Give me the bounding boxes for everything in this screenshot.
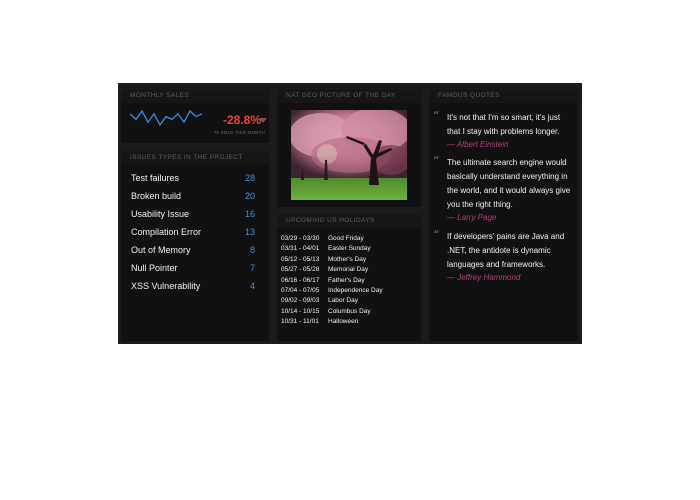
holidays-title: UPCOMING US HOLIDAYS: [277, 214, 421, 228]
sales-caption: 75 SOLD THIS MONTH: [213, 130, 265, 135]
issue-row: Test failures 28: [131, 171, 259, 185]
monthly-sales-widget: MONTHLY SALES -28.8% 75 SOLD THIS MONTH: [121, 89, 269, 143]
holidays-widget: UPCOMING US HOLIDAYS 03/29 - 03/30 Good …: [277, 214, 421, 341]
quotes-widget: FAMOUS QUOTES “ It's not that I'm so sma…: [429, 89, 578, 341]
quote-mark-icon: “: [433, 228, 440, 242]
issue-label: Test failures: [131, 173, 180, 183]
issue-row: Broken build 20: [131, 189, 259, 203]
holiday-row: 03/29 - 03/30 Good Friday: [281, 234, 417, 244]
holiday-row: 09/02 - 09/03 Labor Day: [281, 296, 417, 306]
issue-label: Broken build: [131, 191, 182, 201]
holiday-name: Halloween: [328, 318, 359, 326]
holiday-name: Independence Day: [328, 287, 383, 294]
holiday-date: 06/16 - 06/17: [281, 276, 320, 284]
picture-of-the-day-image[interactable]: [291, 110, 407, 200]
holiday-row: 07/04 - 07/05 Independence Day: [281, 286, 417, 296]
issue-label: Null Pointer: [131, 263, 178, 273]
caret-down-icon: [259, 118, 267, 123]
quotes-title: FAMOUS QUOTES: [429, 89, 578, 103]
issue-row: Null Pointer 7: [131, 261, 259, 275]
monthly-sales-title: MONTHLY SALES: [121, 89, 269, 103]
holiday-date: 09/02 - 09/03: [281, 297, 320, 305]
holiday-row: 03/31 - 04/01 Easter Sunday: [281, 244, 417, 254]
picture-title: NAT GEO PICTURE OF THE DAY: [277, 89, 421, 103]
issue-count: 20: [244, 191, 255, 201]
holiday-date: 10/31 - 11/01: [281, 318, 319, 326]
holiday-row: 10/31 - 11/01 Halloween: [281, 317, 417, 327]
holiday-date: 07/04 - 07/05: [281, 287, 320, 294]
holiday-date: 05/12 - 05/13: [281, 255, 320, 263]
holiday-date: 03/29 - 03/30: [281, 235, 320, 242]
issue-label: Usability Issue: [131, 209, 190, 219]
holiday-name: Good Friday: [328, 235, 364, 242]
holiday-date: 05/27 - 05/28: [281, 266, 320, 274]
issue-count: 8: [249, 245, 255, 255]
holiday-name: Easter Sunday: [328, 245, 371, 253]
holiday-date: 10/14 - 10/15: [281, 307, 320, 315]
holiday-row: 05/12 - 05/13 Mother's Day: [281, 255, 417, 265]
issue-count: 16: [244, 209, 255, 219]
issue-label: XSS Vulnerability: [131, 281, 201, 291]
holiday-name: Columbus Day: [328, 307, 371, 315]
sales-change-value: -28.8%: [222, 113, 261, 127]
issue-label: Out of Memory: [131, 245, 191, 255]
issue-count: 4: [249, 281, 255, 291]
issue-label: Compilation Error: [131, 227, 202, 237]
quote-mark-icon: “: [433, 109, 440, 123]
issue-row: Usability Issue 16: [131, 207, 259, 221]
holiday-name: Father's Day: [328, 276, 365, 284]
quote-mark-icon: “: [433, 154, 440, 168]
quote-text: It's not that I'm so smart, it's just th…: [447, 113, 561, 136]
issue-count: 13: [244, 227, 255, 237]
holiday-date: 03/31 - 04/01: [281, 245, 320, 253]
quote-author: — Albert Einstein: [447, 140, 509, 149]
dashboard: MONTHLY SALES -28.8% 75 SOLD THIS MONTH …: [118, 83, 582, 344]
sparkline-line: [130, 110, 202, 126]
holiday-name: Mother's Day: [328, 255, 367, 263]
picture-widget: NAT GEO PICTURE OF THE DAY: [277, 89, 421, 207]
quote-text: The ultimate search engine would basical…: [447, 158, 571, 209]
quote-author: — Jeffrey Hammond: [447, 273, 521, 282]
quote-author: — Larry Page: [447, 213, 497, 222]
issues-widget: ISSUES TYPES IN THE PROJECT Test failure…: [121, 151, 269, 341]
holiday-row: 06/16 - 06/17 Father's Day: [281, 276, 417, 286]
issue-row: Out of Memory 8: [131, 243, 259, 257]
holiday-row: 05/27 - 05/28 Memorial Day: [281, 265, 417, 275]
holiday-name: Memorial Day: [328, 266, 369, 274]
issues-title: ISSUES TYPES IN THE PROJECT: [121, 151, 269, 165]
issue-count: 28: [244, 173, 255, 183]
holiday-row: 10/14 - 10/15 Columbus Day: [281, 307, 417, 317]
holiday-name: Labor Day: [328, 297, 358, 305]
issue-row: XSS Vulnerability 4: [131, 279, 259, 293]
issue-count: 7: [249, 263, 255, 273]
quote-text: If developers' pains are Java and .NET, …: [447, 232, 565, 269]
issue-row: Compilation Error 13: [131, 225, 259, 239]
sales-sparkline: [130, 110, 202, 126]
